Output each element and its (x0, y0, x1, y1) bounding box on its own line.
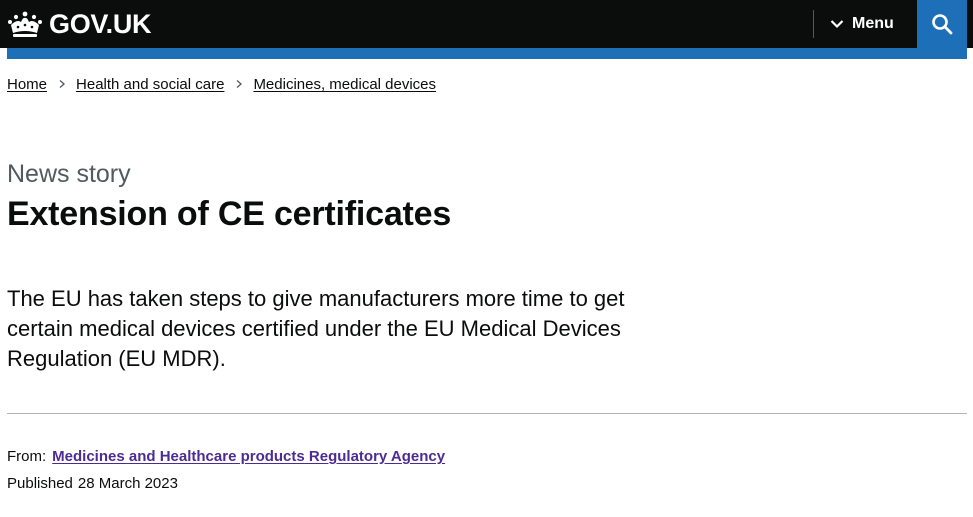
page-caption: News story (7, 160, 131, 188)
section-divider (7, 413, 967, 414)
metadata-published: Published 28 March 2023 (7, 474, 178, 494)
published-date: 28 March 2023 (77, 475, 178, 492)
logo-text: GOV.UK (49, 9, 152, 39)
menu-button[interactable]: Menu (830, 10, 894, 38)
header-accent-bar (7, 48, 967, 59)
chevron-right-icon (237, 80, 243, 88)
breadcrumb-medicines[interactable]: Medicines, medical devices (253, 76, 436, 93)
page-title: Extension of CE certificates (7, 195, 452, 233)
crown-icon (8, 11, 42, 37)
breadcrumb-home[interactable]: Home (7, 76, 47, 93)
from-label: From: (7, 448, 47, 465)
search-button[interactable] (917, 0, 967, 48)
metadata-from: From: Medicines and Healthcare products … (7, 447, 445, 467)
site-header: GOV.UK Menu (0, 0, 973, 48)
header-divider (813, 10, 814, 38)
published-label: Published (7, 475, 73, 492)
chevron-down-icon (830, 20, 844, 29)
breadcrumb-health-and-social-care[interactable]: Health and social care (76, 76, 224, 93)
search-icon (932, 14, 953, 35)
lead-paragraph: The EU has taken steps to give manufactu… (7, 286, 625, 371)
govuk-logo-link[interactable]: GOV.UK (7, 9, 152, 39)
organisation-link[interactable]: Medicines and Healthcare products Regula… (52, 447, 445, 467)
menu-label: Menu (852, 15, 894, 32)
breadcrumb: Home Health and social care Medicines, m… (7, 74, 436, 94)
chevron-right-icon (59, 80, 66, 88)
